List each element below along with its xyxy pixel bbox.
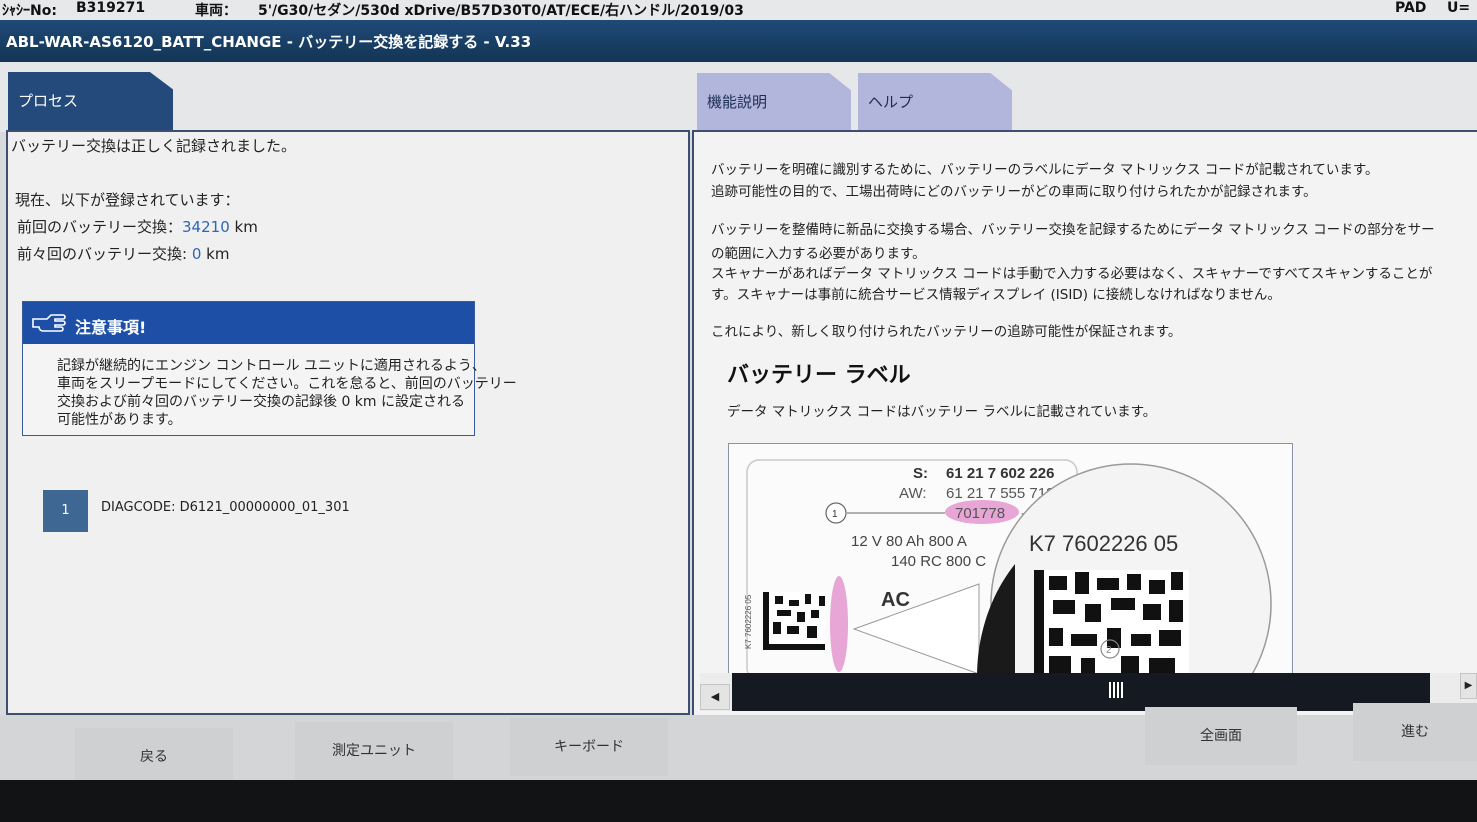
measuring-unit-button[interactable]: 測定ユニット bbox=[295, 722, 453, 780]
tab-function-description[interactable]: 機能説明 bbox=[697, 73, 851, 131]
scroll-track[interactable] bbox=[732, 673, 1430, 711]
notice-box: 注意事項! 記録が継続的にエンジン コントロール ユニットに適用されるよう、 車… bbox=[22, 301, 517, 436]
pointing-hand-icon bbox=[32, 314, 66, 332]
description-line: の範囲に入力する必要があります。 bbox=[711, 246, 926, 262]
zoom-code-text: K7 7602226 05 bbox=[1029, 531, 1178, 556]
description-line: バッテリーを明確に識別するために、バッテリーのラベルにデータ マトリックス コー… bbox=[711, 162, 1379, 178]
notice-line: 交換および前々回のバッテリー交換の記録後 0 km に設定される bbox=[57, 394, 466, 410]
scroll-grip-icon[interactable] bbox=[1107, 681, 1125, 699]
keyboard-button[interactable]: キーボード bbox=[510, 718, 668, 776]
monitor-bezel bbox=[0, 780, 1477, 822]
next-button[interactable]: 進む bbox=[1353, 703, 1477, 761]
previous-battery-change-value: 34210 bbox=[182, 218, 230, 236]
label-s-number: 61 21 7 602 226 bbox=[946, 465, 1054, 482]
description-line: 追跡可能性の目的で、工場出荷時にどのバッテリーがどの車両に取り付けられたかが記録… bbox=[711, 184, 1317, 200]
vehicle-info-bar: ｼｬｼｰNo: B319271 車両： 5'/G30/セダン/530d xDri… bbox=[0, 0, 1477, 20]
back-button[interactable]: 戻る bbox=[75, 728, 233, 786]
user-indicator: U= bbox=[1447, 0, 1471, 16]
battery-label-illustration: S: 61 21 7 602 226 AW: 61 21 7 555 718 7… bbox=[744, 459, 1272, 675]
battery-label-image: S: 61 21 7 602 226 AW: 61 21 7 555 718 7… bbox=[728, 443, 1293, 676]
pad-indicator: PAD bbox=[1395, 0, 1427, 16]
tab-process[interactable]: プロセス bbox=[8, 72, 173, 130]
chassis-value: B319271 bbox=[76, 0, 146, 16]
diagcode-text: DIAGCODE: D6121_00000000_01_301 bbox=[101, 500, 350, 515]
notice-line: 車両をスリープモードにしてください。これを怠ると、前回のバッテリー bbox=[57, 376, 517, 392]
brand-logo-partial: AC bbox=[881, 589, 910, 611]
label-spec-1: 12 V 80 Ah 800 A bbox=[851, 533, 967, 550]
small-datamatrix-icon bbox=[763, 592, 825, 650]
large-datamatrix-icon bbox=[1034, 570, 1189, 675]
vertical-label-code: K7 7602226 05 bbox=[744, 594, 753, 649]
label-s-prefix: S: bbox=[913, 465, 928, 482]
scroll-left-arrow-icon[interactable]: ◀ bbox=[700, 684, 730, 710]
callout-marker-2-text: 2 bbox=[1106, 645, 1112, 656]
title-bar: ABL-WAR-AS6120_BATT_CHANGE - バッテリー交換を記録す… bbox=[0, 20, 1477, 62]
vehicle-label: 車両： bbox=[195, 3, 237, 19]
notice-title: 注意事項! bbox=[75, 318, 147, 337]
callout-marker-1-text: 1 bbox=[832, 509, 838, 520]
description-line: バッテリーを整備時に新品に交換する場合、バッテリー交換を記録するためにデータ マ… bbox=[711, 222, 1435, 238]
notice-line: 可能性があります。 bbox=[57, 412, 182, 428]
previous-battery-change: 前回のバッテリー交換：34210 km bbox=[17, 216, 258, 237]
vehicle-value: 5'/G30/セダン/530d xDrive/B57D30T0/AT/ECE/右… bbox=[258, 3, 744, 19]
registered-heading: 現在、以下が登録されています： bbox=[15, 191, 240, 209]
previous-battery-change-label: 前回のバッテリー交換： bbox=[17, 218, 183, 236]
label-spec-2: 140 RC 800 C bbox=[891, 553, 986, 570]
battery-label-heading: バッテリー ラベル bbox=[727, 363, 911, 388]
description-line: す。スキャナーは事前に統合サービス情報ディスプレイ (ISID) に接続しなけれ… bbox=[711, 287, 1281, 303]
status-message: バッテリー交換は正しく記録されました。 bbox=[11, 137, 297, 155]
fullscreen-button[interactable]: 全画面 bbox=[1145, 707, 1297, 765]
highlight-oval-vertical bbox=[830, 576, 848, 672]
previous-battery-change-unit: km bbox=[234, 218, 258, 236]
label-aw-prefix: AW: bbox=[899, 485, 927, 502]
diagcode-index-badge[interactable]: 1 bbox=[43, 490, 88, 532]
battery-label-subtext: データ マトリックス コードはバッテリー ラベルに記載されています。 bbox=[727, 404, 1157, 420]
description-line: スキャナーがあればデータ マトリックス コードは手動で入力する必要はなく、スキャ… bbox=[711, 266, 1433, 282]
scroll-right-arrow-icon[interactable]: ▶ bbox=[1460, 673, 1477, 699]
description-line: これにより、新しく取り付けられたバッテリーの追跡可能性が保証されます。 bbox=[711, 324, 1182, 340]
notice-header: 注意事項! bbox=[23, 302, 474, 344]
tab-help[interactable]: ヘルプ bbox=[858, 73, 1012, 131]
page-title: ABL-WAR-AS6120_BATT_CHANGE - バッテリー交換を記録す… bbox=[6, 33, 532, 51]
chassis-label: ｼｬｼｰNo: bbox=[2, 3, 57, 19]
second-previous-battery-change-label: 前々回のバッテリー交換: bbox=[17, 245, 188, 263]
second-previous-battery-change-unit: km bbox=[206, 245, 230, 263]
label-highlight-number: 701778 bbox=[955, 505, 1005, 522]
second-previous-battery-change: 前々回のバッテリー交換: 0 km bbox=[17, 243, 229, 264]
notice-line: 記録が継続的にエンジン コントロール ユニットに適用されるよう、 bbox=[57, 358, 486, 374]
second-previous-battery-change-value: 0 bbox=[191, 245, 202, 263]
